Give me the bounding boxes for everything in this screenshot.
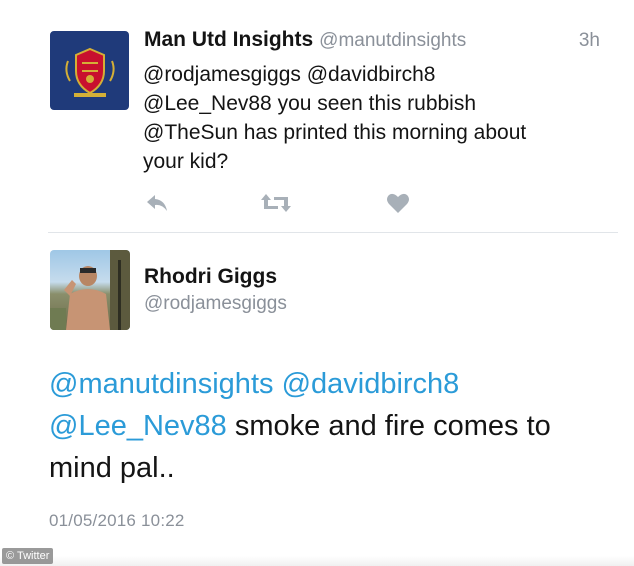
twitter-watermark: © Twitter — [2, 548, 54, 564]
like-button[interactable] — [386, 190, 410, 216]
display-name[interactable]: Man Utd Insights — [144, 28, 313, 51]
reply-icon — [147, 195, 167, 211]
mention-link[interactable]: @manutdinsights — [49, 368, 274, 400]
tweet-line: @rodjamesgiggs @davidbirch8 — [143, 63, 436, 86]
tweet-text: @manutdinsights @davidbirch8 @Lee_Nev88 … — [49, 363, 619, 489]
mention-link[interactable]: @Lee_Nev88 — [49, 410, 227, 442]
retweet-button[interactable] — [260, 190, 292, 216]
crest-icon — [64, 47, 115, 97]
tweet-rhodri-giggs: Rhodri Giggs @rodjamesgiggs @manutdinsig… — [0, 233, 634, 566]
tweet-text: @rodjamesgiggs @davidbirch8 @Lee_Nev88 y… — [143, 60, 583, 176]
tweet-line: @Lee_Nev88 smoke and fire comes to — [49, 405, 619, 447]
tweet-line: @manutdinsights @davidbirch8 — [49, 363, 619, 405]
reply-button[interactable] — [145, 190, 169, 216]
person-photo — [50, 250, 130, 330]
user-handle[interactable]: @rodjamesgiggs — [144, 293, 287, 315]
tweet-line: your kid? — [143, 150, 229, 173]
heart-icon — [387, 193, 409, 213]
tweet-line: mind pal.. — [49, 452, 175, 484]
tweet-header: Man Utd Insights @manutdinsights 3h — [144, 28, 604, 54]
retweet-icon — [261, 194, 291, 212]
avatar[interactable] — [50, 31, 129, 110]
tweet-actions — [143, 190, 443, 216]
tweet-man-utd-insights: Man Utd Insights @manutdinsights 3h @rodj… — [0, 0, 634, 232]
tweet-date[interactable]: 01/05/2016 10:22 — [49, 511, 185, 531]
display-name[interactable]: Rhodri Giggs — [144, 265, 277, 289]
mention-link[interactable]: @davidbirch8 — [282, 368, 460, 400]
tweet-text-fragment: smoke and fire comes to — [234, 410, 551, 442]
timestamp[interactable]: 3h — [579, 30, 600, 52]
tweet-line: @Lee_Nev88 you seen this rubbish — [143, 92, 477, 115]
tweet-line: @TheSun has printed this morning about — [143, 121, 527, 144]
avatar[interactable] — [50, 250, 130, 330]
bottom-fade — [0, 556, 634, 566]
user-handle[interactable]: @manutdinsights — [319, 30, 466, 51]
